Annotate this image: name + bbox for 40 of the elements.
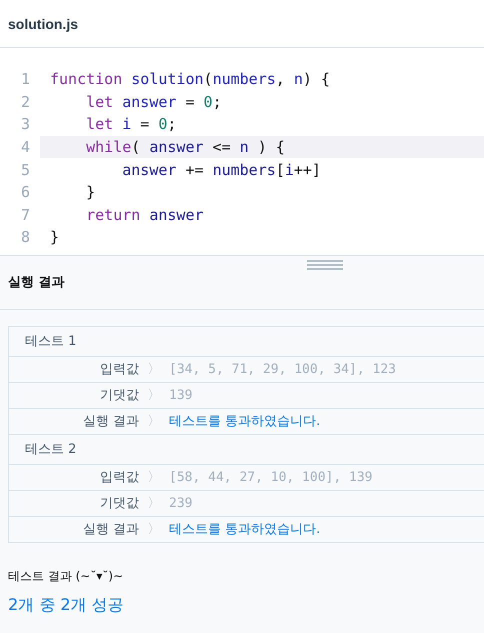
chevron-glyph: 〉	[146, 521, 162, 538]
line-number: 2	[20, 92, 31, 111]
chevron-glyph: 〉	[146, 387, 162, 404]
row-label: 입력값	[99, 361, 139, 378]
row-value: 239	[169, 496, 192, 511]
test-title: 테스트 2	[25, 441, 76, 458]
line-number: 3	[20, 115, 31, 134]
chevron-glyph: 〉	[146, 361, 162, 378]
file-name: solution.js	[8, 16, 78, 32]
resize-handle-icon[interactable]	[307, 260, 343, 270]
code-line: }	[85, 182, 96, 204]
line-number: 5	[20, 160, 31, 179]
line-number: 1	[20, 70, 31, 88]
row-label: 기댓값	[99, 495, 139, 512]
row-label: 실행 결과	[82, 521, 139, 538]
line-number: 8	[20, 228, 31, 246]
code-line: let i = 0;	[85, 114, 178, 136]
line-number: 4	[20, 138, 31, 156]
row-value: [58, 44, 27, 10, 100], 139	[169, 470, 372, 485]
line-number: 7	[20, 206, 31, 224]
row-label: 기댓값	[99, 387, 139, 404]
row-label: 실행 결과	[82, 413, 139, 430]
code-line: let answer = 0;	[85, 92, 223, 113]
row-label: 입력값	[99, 469, 139, 486]
summary-title: 테스트 결과 (~˘▾˘)~	[8, 568, 124, 583]
chevron-glyph: 〉	[146, 469, 162, 486]
chevron-glyph: 〉	[146, 413, 162, 430]
row-value: 139	[169, 388, 192, 403]
row-value: [34, 5, 71, 29, 100, 34], 123	[169, 362, 396, 377]
row-value: 테스트를 통과하였습니다.	[169, 413, 320, 430]
test-title: 테스트 1	[25, 333, 76, 350]
code-line: }	[49, 227, 60, 248]
row-value: 테스트를 통과하였습니다.	[169, 521, 320, 538]
code-line: return answer	[85, 204, 205, 226]
code-line: answer += numbers[i++]	[121, 160, 322, 181]
chevron-glyph: 〉	[146, 495, 162, 512]
summary-result: 2개 중 2개 성공	[8, 594, 124, 614]
panel-title: 실행 결과	[8, 274, 65, 292]
code-line: function solution(numbers, n) {	[49, 69, 331, 90]
line-number: 6	[20, 183, 31, 202]
